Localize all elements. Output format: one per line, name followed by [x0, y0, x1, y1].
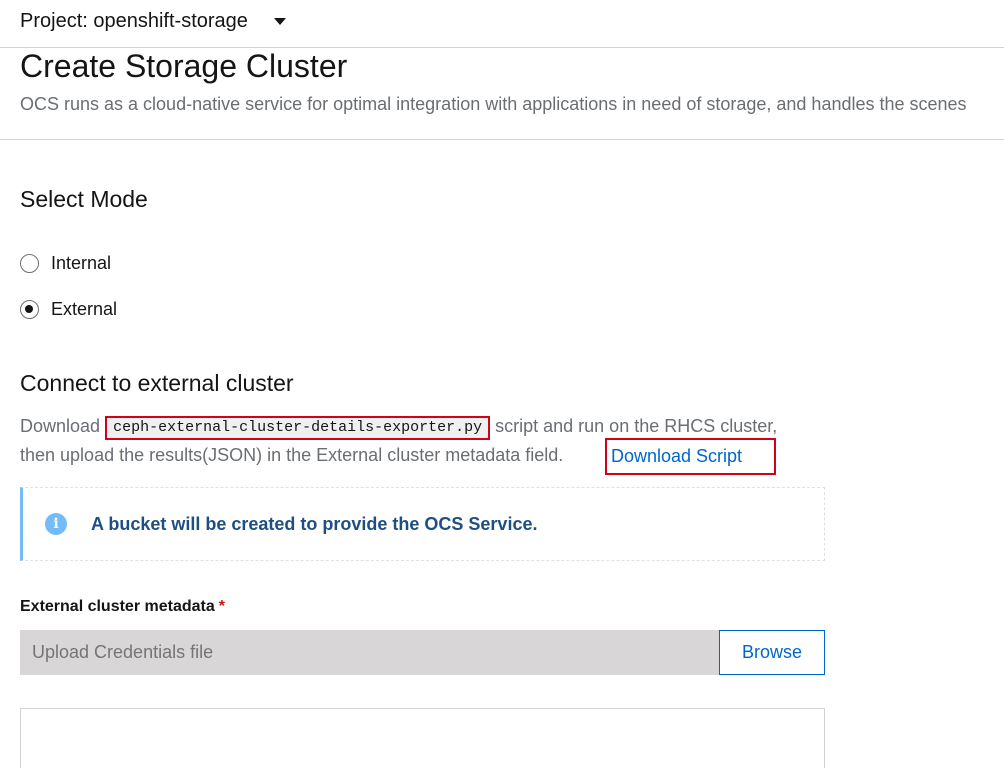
- page-description: OCS runs as a cloud-native service for o…: [20, 94, 967, 114]
- run-suffix: script and run on the RHCS cluster,: [490, 416, 778, 436]
- project-label: Project: openshift-storage: [20, 9, 248, 32]
- metadata-label: External cluster metadata *: [20, 598, 225, 616]
- alert-title: A bucket will be created to provide the …: [91, 513, 538, 534]
- project-bar: Project: openshift-storage: [0, 0, 1004, 48]
- project-selector[interactable]: Project: openshift-storage: [20, 8, 286, 34]
- radio-external[interactable]: External: [20, 299, 117, 320]
- required-mark: *: [218, 598, 225, 615]
- radio-internal[interactable]: Internal: [20, 253, 111, 274]
- caret-down-icon: [273, 17, 286, 25]
- radio-external-label: External: [51, 299, 118, 319]
- connect-instructions-line1: Download ceph-external-cluster-details-e…: [20, 416, 777, 440]
- select-mode-title: Select Mode: [20, 186, 148, 212]
- radio-external-control[interactable]: [20, 300, 39, 319]
- info-icon: i: [45, 513, 67, 535]
- page-title: Create Storage Cluster: [20, 48, 348, 84]
- script-name-code: ceph-external-cluster-details-exporter.p…: [105, 416, 491, 440]
- browse-button[interactable]: Browse: [719, 630, 825, 675]
- radio-internal-label: Internal: [51, 253, 112, 273]
- header-divider: [0, 139, 1004, 140]
- metadata-label-text: External cluster metadata: [20, 598, 215, 615]
- download-script-link[interactable]: Download Script: [605, 438, 776, 475]
- download-prefix: Download: [20, 416, 106, 436]
- credentials-file-input[interactable]: [20, 630, 719, 675]
- connect-title: Connect to external cluster: [20, 370, 294, 396]
- radio-internal-control[interactable]: [20, 254, 39, 273]
- connect-instructions-line2: then upload the results(JSON) in the Ext…: [20, 445, 564, 465]
- metadata-textarea[interactable]: [20, 708, 825, 768]
- info-alert: i A bucket will be created to provide th…: [20, 487, 825, 561]
